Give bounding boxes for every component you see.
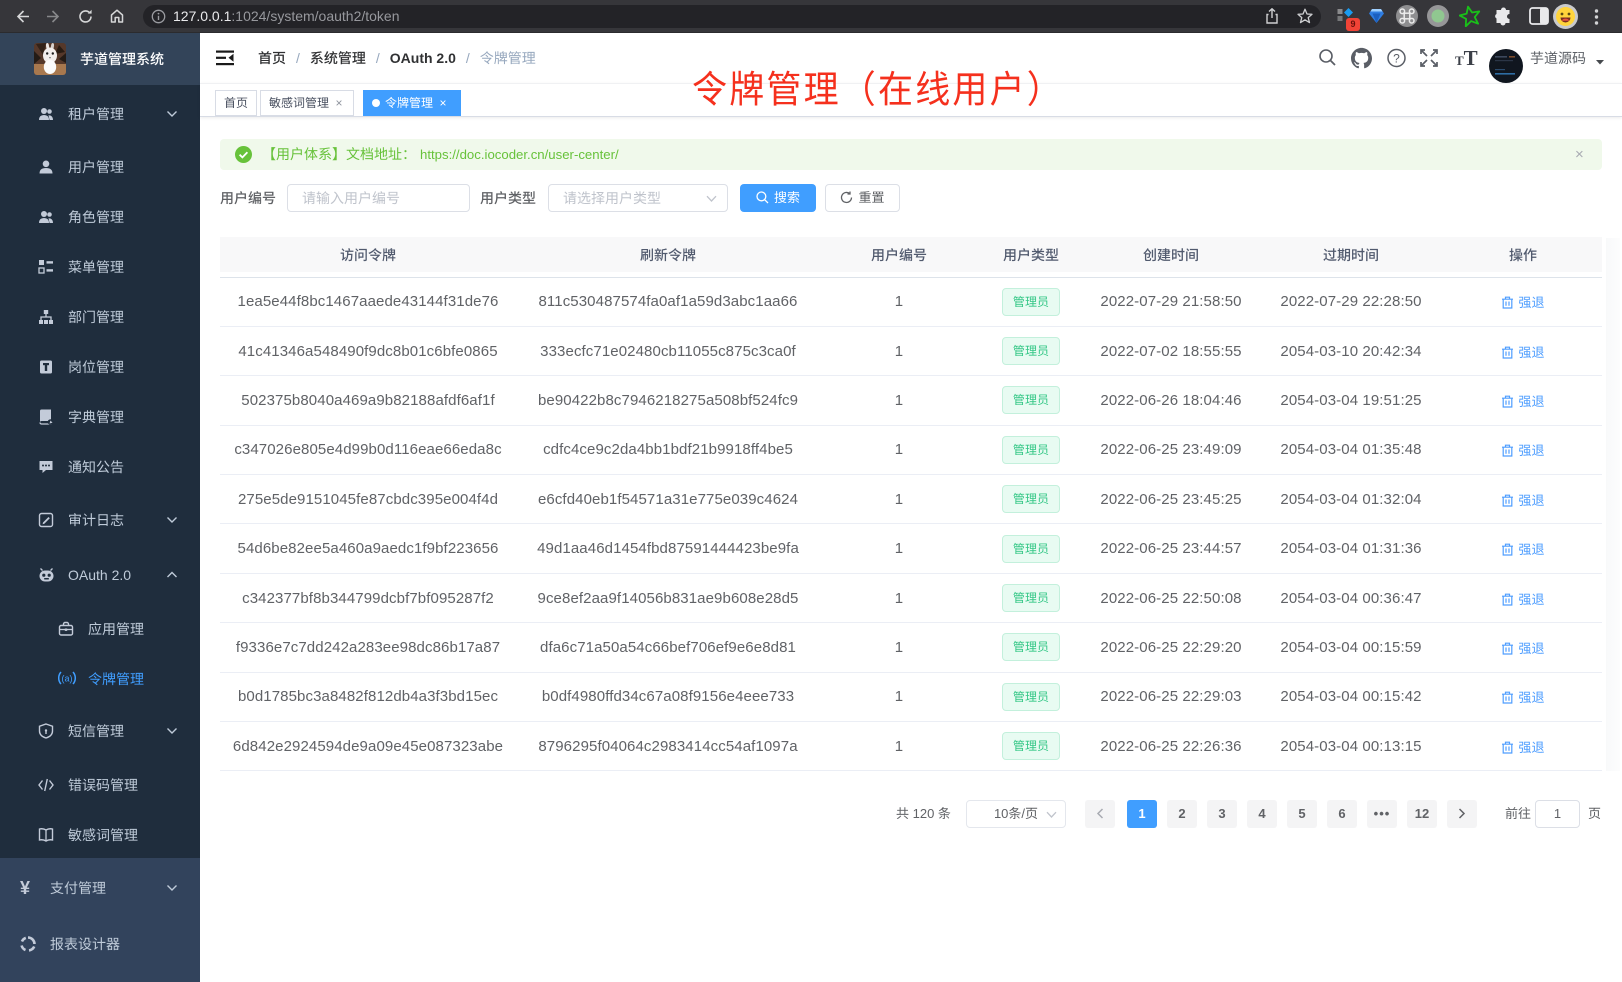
svg-text:(a): (a) bbox=[62, 674, 73, 684]
svg-text:?: ? bbox=[1393, 52, 1400, 66]
